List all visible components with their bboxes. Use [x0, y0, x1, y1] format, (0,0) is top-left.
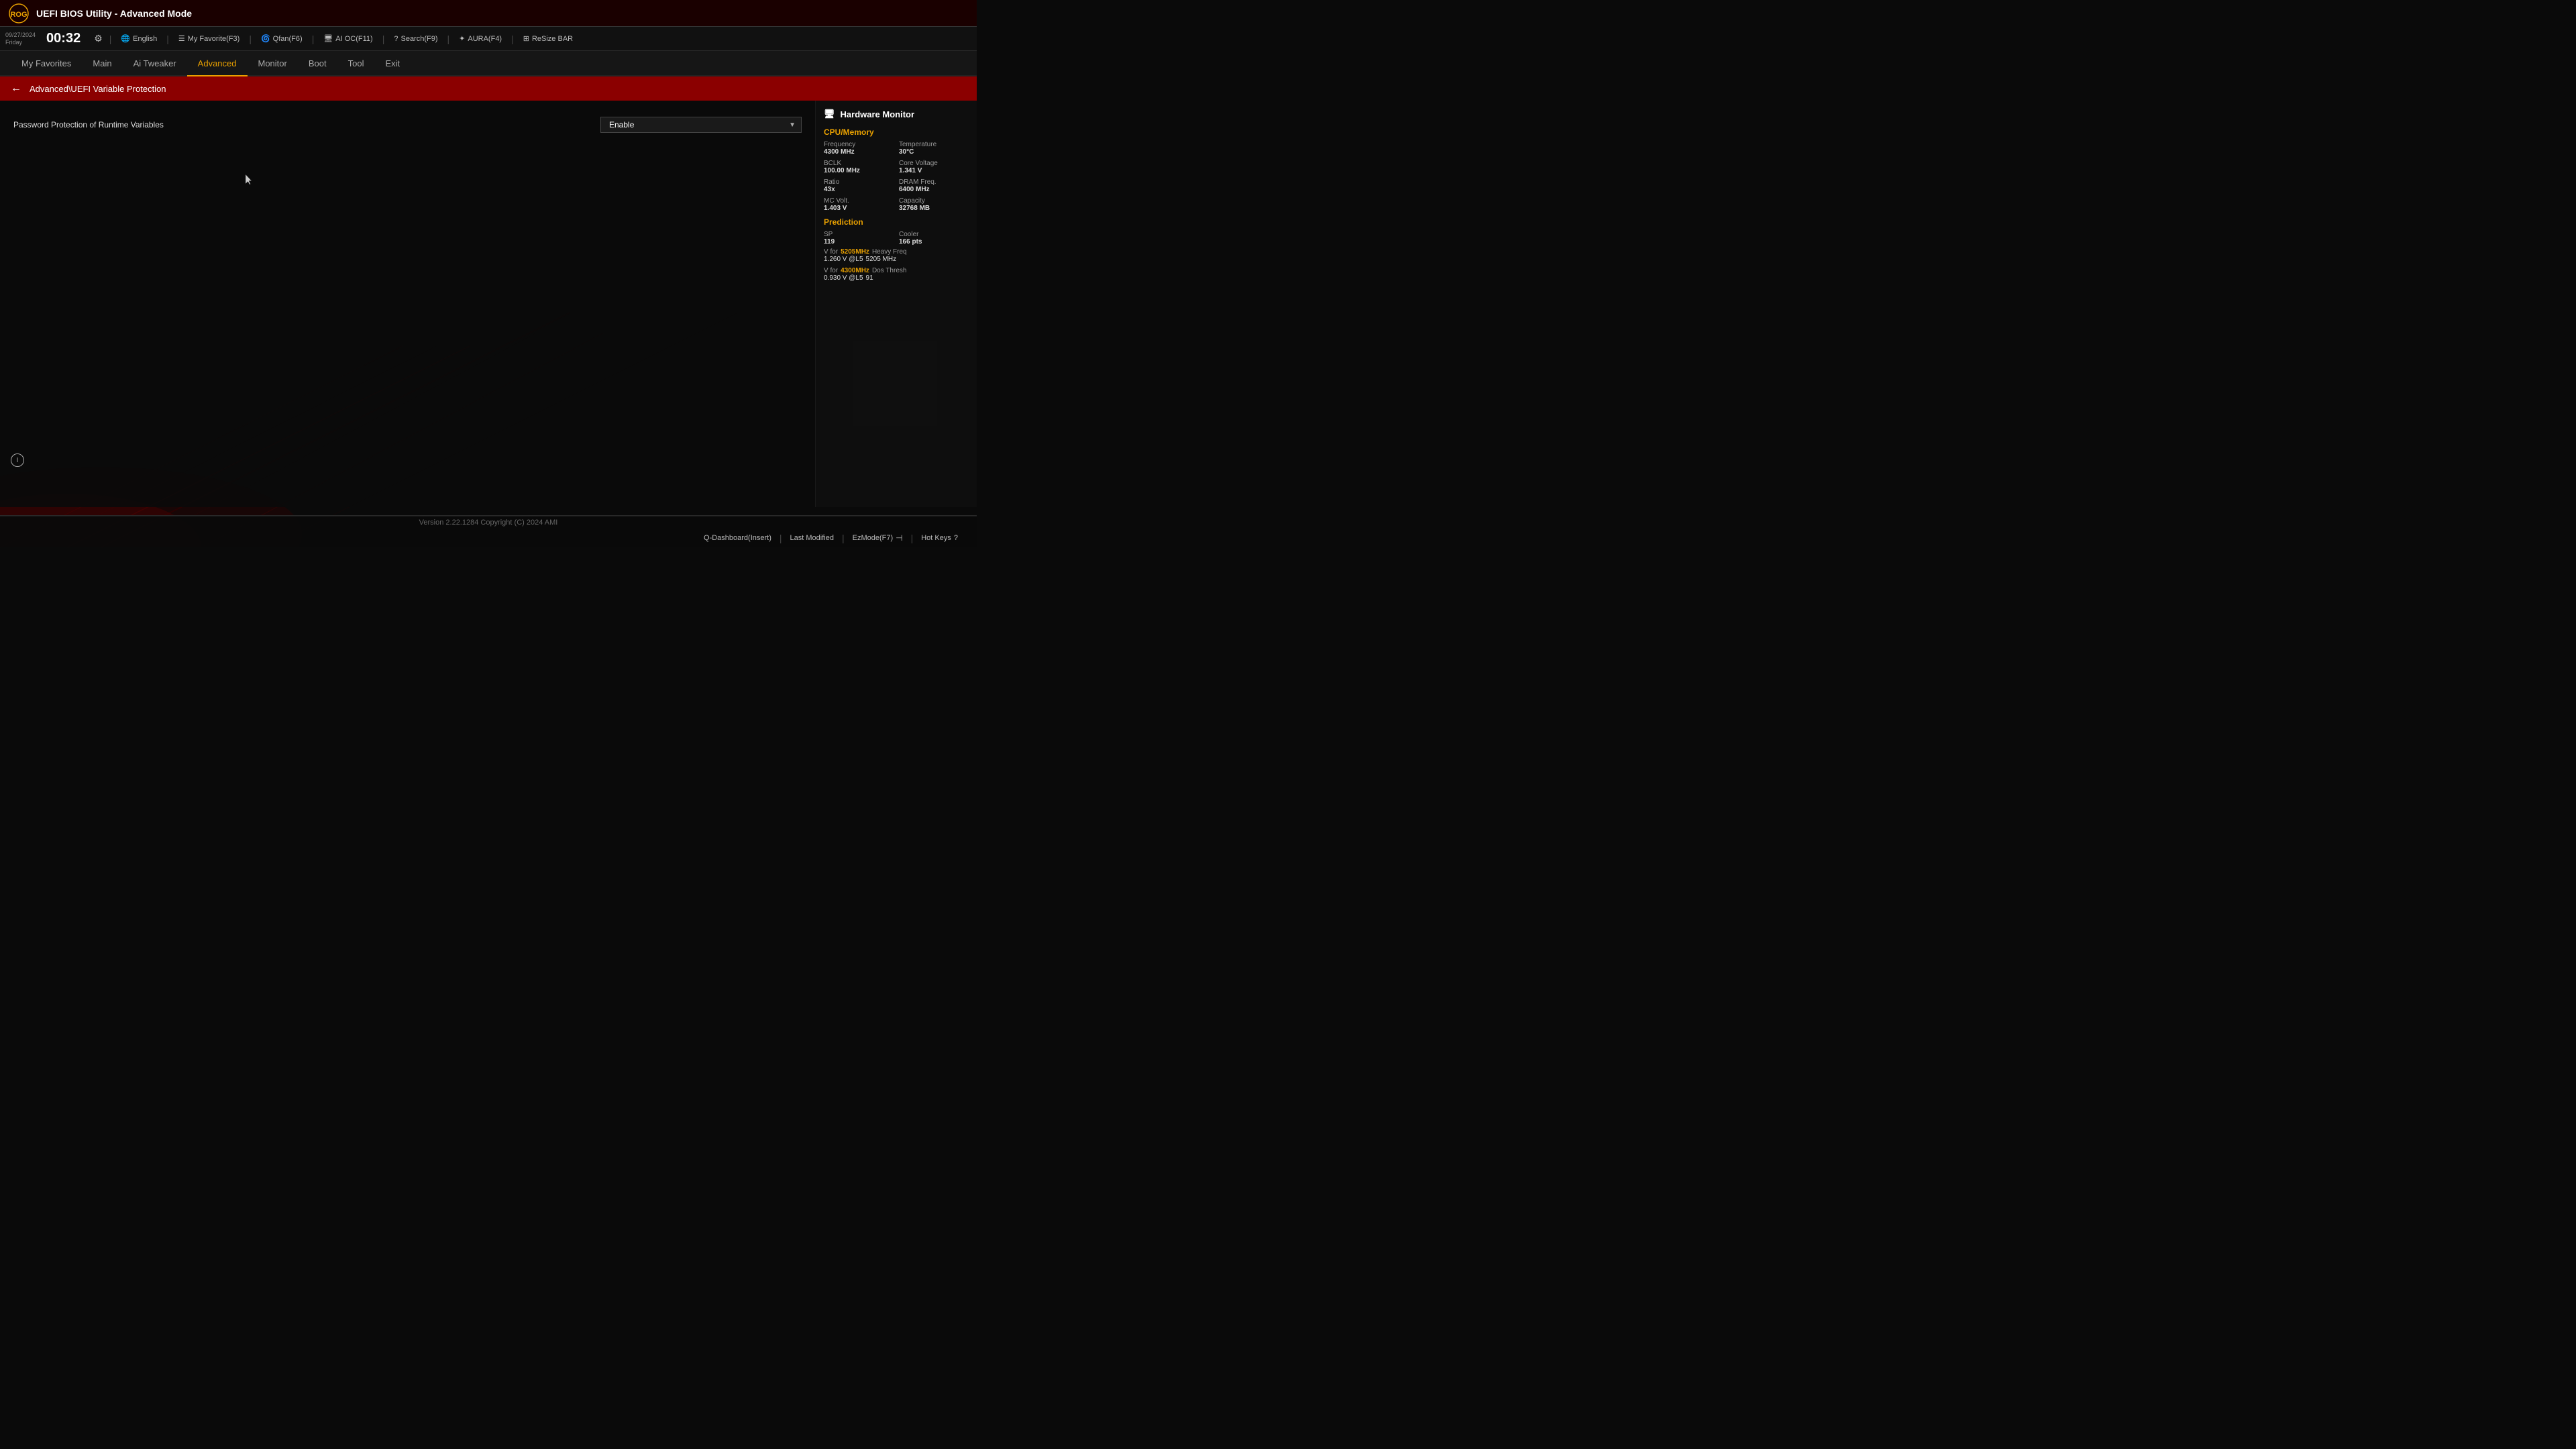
q-dashboard-button[interactable]: Q-Dashboard(Insert)	[696, 534, 780, 542]
hw-mc-volt: MC Volt. 1.403 V	[824, 197, 894, 212]
settings-icon[interactable]: ⚙	[94, 33, 103, 44]
hw-v-4300: V for 4300MHz Dos Thresh 0.930 V @L5 91	[824, 267, 969, 282]
datetime: 09/27/2024 Friday	[5, 32, 36, 46]
toolbar-ai-oc[interactable]: 🖥 AI OC(F11)	[318, 33, 378, 44]
breadcrumb: Advanced\UEFI Variable Protection	[30, 84, 166, 94]
resize-icon: ⊞	[523, 34, 529, 43]
hw-ratio: Ratio 43x	[824, 178, 894, 193]
last-modified-button[interactable]: Last Modified	[782, 534, 842, 542]
search-icon: ?	[394, 35, 398, 43]
clock: 00:32	[46, 31, 80, 46]
hw-monitor-title: 🖥 Hardware Monitor	[824, 109, 969, 119]
setting-row-password-protection: Password Protection of Runtime Variables…	[11, 111, 804, 138]
svg-text:ROG: ROG	[10, 11, 27, 19]
footer-bottom-bar: Q-Dashboard(Insert) | Last Modified | Ez…	[0, 529, 977, 547]
setting-label-password: Password Protection of Runtime Variables	[13, 120, 164, 129]
header-title: UEFI BIOS Utility - Advanced Mode	[36, 8, 192, 19]
tab-my-favorites[interactable]: My Favorites	[11, 51, 82, 76]
hotkeys-icon: ?	[954, 534, 958, 542]
hw-core-voltage: Core Voltage 1.341 V	[899, 160, 969, 174]
globe-icon: 🌐	[121, 34, 130, 43]
fan-icon: 🌀	[261, 34, 270, 43]
toolbar-my-favorite[interactable]: ☰ My Favorite(F3)	[173, 33, 246, 44]
toolbar-english[interactable]: 🌐 English	[115, 33, 162, 44]
toolbar: 09/27/2024 Friday 00:32 ⚙ | 🌐 English | …	[0, 27, 977, 51]
tab-advanced[interactable]: Advanced	[187, 51, 248, 76]
tab-main[interactable]: Main	[82, 51, 122, 76]
nav-tabs: My Favorites Main Ai Tweaker Advanced Mo…	[0, 51, 977, 76]
tab-boot[interactable]: Boot	[298, 51, 337, 76]
ezmode-icon: ⊣	[896, 533, 902, 543]
hw-v-5205: V for 5205MHz Heavy Freq 1.260 V @L5 520…	[824, 248, 969, 263]
hw-cooler: Cooler 166 pts	[899, 231, 969, 246]
tab-ai-tweaker[interactable]: Ai Tweaker	[123, 51, 187, 76]
content-panel: Password Protection of Runtime Variables…	[0, 101, 816, 507]
date-text: 09/27/2024	[5, 32, 36, 39]
footer: Version 2.22.1284 Copyright (C) 2024 AMI…	[0, 515, 977, 547]
ezmode-button[interactable]: EzMode(F7) ⊣	[845, 533, 911, 543]
day-text: Friday	[5, 39, 36, 46]
hw-capacity: Capacity 32768 MB	[899, 197, 969, 212]
hw-bclk: BCLK 100.00 MHz	[824, 160, 894, 174]
monitor-icon: 🖥	[824, 109, 835, 119]
cpu-memory-section-title: CPU/Memory	[824, 127, 969, 137]
hw-frequency: Frequency 4300 MHz	[824, 141, 894, 156]
back-button[interactable]: ←	[11, 83, 21, 95]
info-icon[interactable]: i	[11, 453, 24, 467]
main-area: Password Protection of Runtime Variables…	[0, 101, 977, 507]
hot-keys-button[interactable]: Hot Keys ?	[913, 534, 966, 542]
footer-version: Version 2.22.1284 Copyright (C) 2024 AMI	[0, 516, 977, 529]
toolbar-aura[interactable]: ✦ AURA(F4)	[453, 33, 507, 44]
prediction-section-title: Prediction	[824, 217, 969, 227]
dropdown-value: Enable	[609, 120, 634, 129]
aura-icon: ✦	[459, 34, 465, 43]
header-bar: ROG UEFI BIOS Utility - Advanced Mode	[0, 0, 977, 27]
toolbar-search[interactable]: ? Search(F9)	[388, 34, 443, 44]
prediction-grid: SP 119 Cooler 166 pts	[824, 231, 969, 246]
info-area: i	[11, 453, 24, 467]
toolbar-qfan[interactable]: 🌀 Qfan(F6)	[256, 33, 308, 44]
hardware-monitor-panel: 🖥 Hardware Monitor CPU/Memory Frequency …	[816, 101, 977, 507]
cpu-memory-grid: Frequency 4300 MHz Temperature 30°C BCLK…	[824, 141, 969, 212]
favorite-icon: ☰	[178, 34, 185, 43]
hw-temperature: Temperature 30°C	[899, 141, 969, 156]
tab-monitor[interactable]: Monitor	[248, 51, 298, 76]
setting-dropdown-password[interactable]: Enable ▼	[600, 117, 802, 133]
hw-dram-freq: DRAM Freq. 6400 MHz	[899, 178, 969, 193]
toolbar-resize-bar[interactable]: ⊞ ReSize BAR	[518, 33, 578, 44]
cpu-icon: 🖥	[323, 34, 333, 43]
dropdown-arrow-icon: ▼	[789, 121, 796, 129]
tab-tool[interactable]: Tool	[337, 51, 375, 76]
breadcrumb-bar: ← Advanced\UEFI Variable Protection	[0, 76, 977, 101]
hw-sp: SP 119	[824, 231, 894, 246]
rog-logo: ROG	[8, 3, 30, 24]
tab-exit[interactable]: Exit	[374, 51, 411, 76]
